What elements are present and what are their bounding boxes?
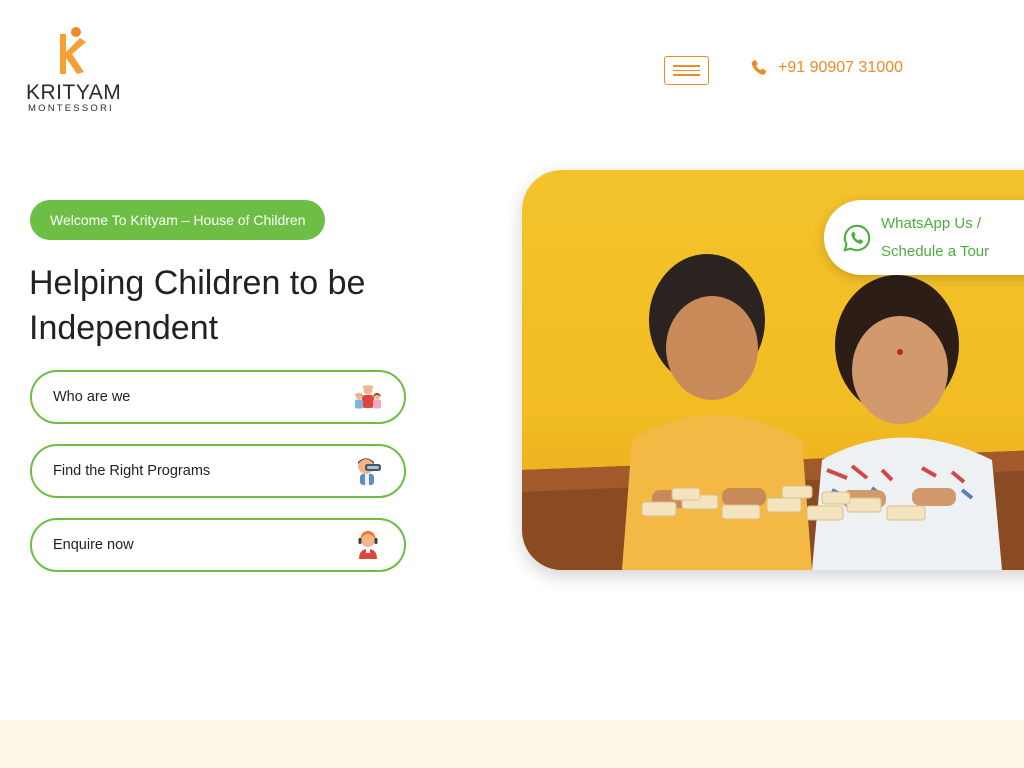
brand-name: KRITYAM xyxy=(26,81,122,104)
whatsapp-line-2: Schedule a Tour xyxy=(881,242,990,260)
whatsapp-schedule-button[interactable]: WhatsApp Us / Schedule a Tour xyxy=(824,200,1024,275)
action-label: Enquire now xyxy=(53,537,134,553)
whatsapp-icon xyxy=(843,224,871,252)
phone-number: +91 90907 31000 xyxy=(778,59,904,76)
support-agent-icon xyxy=(358,531,378,559)
welcome-badge: Welcome To Krityam – House of Children xyxy=(30,200,326,240)
brand-subtitle: MONTESSORI xyxy=(28,103,114,114)
phone-link[interactable]: +91 90907 31000 xyxy=(749,58,903,78)
whatsapp-text: WhatsApp Us / Schedule a Tour xyxy=(881,210,989,266)
who-are-we-button[interactable]: Who are we xyxy=(30,370,406,424)
whatsapp-line-1: WhatsApp Us / xyxy=(881,214,982,232)
logo-figure-icon xyxy=(60,27,86,74)
action-label: Who are we xyxy=(53,389,131,405)
phone-icon xyxy=(751,60,767,75)
enquire-now-button[interactable]: Enquire now xyxy=(30,518,406,572)
brand-logo[interactable]: KRITYAM MONTESSORI xyxy=(26,26,122,116)
family-icon xyxy=(355,385,381,409)
find-programs-button[interactable]: Find the Right Programs xyxy=(30,444,406,498)
next-section-band xyxy=(0,720,1024,768)
action-label: Find the Right Programs xyxy=(53,463,211,479)
hamburger-icon xyxy=(673,65,700,67)
page-title: Helping Children to be Independent xyxy=(29,264,366,347)
vr-headset-icon xyxy=(358,458,381,485)
menu-toggle-button[interactable] xyxy=(664,56,709,85)
